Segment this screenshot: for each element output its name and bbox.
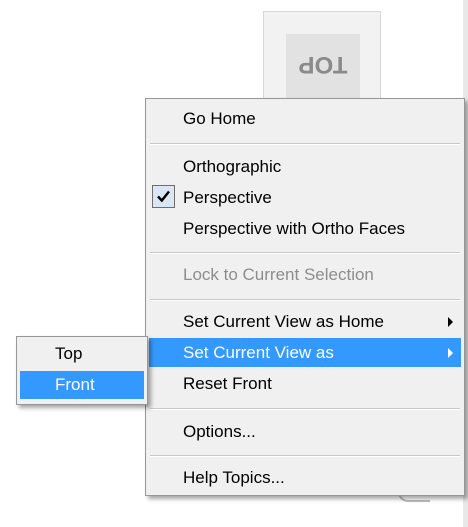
set-view-as-submenu: Top Front xyxy=(16,336,148,405)
menu-item-set-view-home[interactable]: Set Current View as Home xyxy=(149,307,461,336)
menu-item-go-home[interactable]: Go Home xyxy=(149,104,461,133)
menu-item-label: Options... xyxy=(183,422,256,441)
viewcube-face-label: TOP xyxy=(298,51,348,78)
menu-separator xyxy=(150,299,460,301)
viewcube-face[interactable]: TOP xyxy=(263,11,381,111)
menu-separator xyxy=(150,408,460,410)
submenu-arrow-icon xyxy=(448,348,453,358)
menu-separator xyxy=(150,252,460,254)
menu-item-label: Perspective with Ortho Faces xyxy=(183,219,406,238)
viewcube-face-panel: TOP xyxy=(286,34,360,98)
menu-item-label: Set Current View as Home xyxy=(183,312,384,331)
menu-item-label: Go Home xyxy=(183,109,256,128)
submenu-item-top[interactable]: Top xyxy=(20,340,144,368)
menu-item-perspective-ortho-faces[interactable]: Perspective with Ortho Faces xyxy=(149,214,461,243)
submenu-arrow-icon xyxy=(448,317,453,327)
menu-item-label: Reset Front xyxy=(183,374,272,393)
menu-separator xyxy=(150,143,460,145)
menu-item-label: Lock to Current Selection xyxy=(183,265,374,284)
menu-item-help-topics[interactable]: Help Topics... xyxy=(149,463,461,492)
menu-item-perspective[interactable]: Perspective xyxy=(149,183,461,212)
menu-item-label: Orthographic xyxy=(183,157,282,176)
menu-item-label: Perspective xyxy=(183,188,272,207)
viewcube-context-menu: Go Home Orthographic Perspective Perspec… xyxy=(145,98,465,496)
submenu-item-front[interactable]: Front xyxy=(20,371,144,399)
menu-item-set-view-as[interactable]: Set Current View as xyxy=(149,338,461,367)
menu-item-lock-selection: Lock to Current Selection xyxy=(149,260,461,289)
menu-item-reset-front[interactable]: Reset Front xyxy=(149,369,461,398)
menu-item-orthographic[interactable]: Orthographic xyxy=(149,152,461,181)
menu-item-options[interactable]: Options... xyxy=(149,417,461,446)
submenu-item-label: Top xyxy=(55,344,83,363)
menu-separator xyxy=(150,455,460,457)
menu-item-label: Help Topics... xyxy=(183,468,285,487)
submenu-item-label: Front xyxy=(55,375,95,394)
check-icon xyxy=(152,185,175,208)
menu-item-label: Set Current View as xyxy=(183,343,334,362)
